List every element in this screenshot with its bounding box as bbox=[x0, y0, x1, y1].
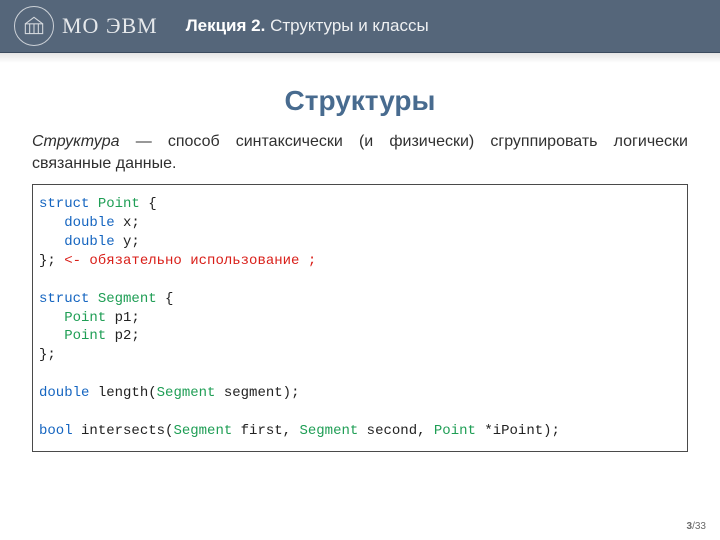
page-number: 3/33 bbox=[687, 521, 706, 532]
lecture-number: Лекция 2. bbox=[186, 16, 266, 35]
header-bar: МО ЭВМ Лекция 2. Структуры и классы bbox=[0, 0, 720, 52]
org-name: МО ЭВМ bbox=[62, 13, 158, 39]
definition-rest: — способ синтаксически (и физически) сгр… bbox=[32, 133, 688, 172]
page-total: 33 bbox=[695, 521, 706, 532]
lecture-title: Лекция 2. Структуры и классы bbox=[186, 16, 429, 36]
lecture-topic: Структуры и классы bbox=[270, 16, 429, 35]
code-block: struct Point { double x; double y; }; <-… bbox=[32, 184, 688, 452]
org-logo: МО ЭВМ bbox=[14, 6, 158, 46]
definition-term: Структура bbox=[32, 133, 120, 150]
definition-text: Структура — способ синтаксически (и физи… bbox=[32, 131, 688, 174]
org-emblem-icon bbox=[14, 6, 54, 46]
header-shadow bbox=[0, 53, 720, 63]
slide-title: Структуры bbox=[32, 85, 688, 117]
slide-content: Структуры Структура — способ синтаксичес… bbox=[0, 63, 720, 452]
